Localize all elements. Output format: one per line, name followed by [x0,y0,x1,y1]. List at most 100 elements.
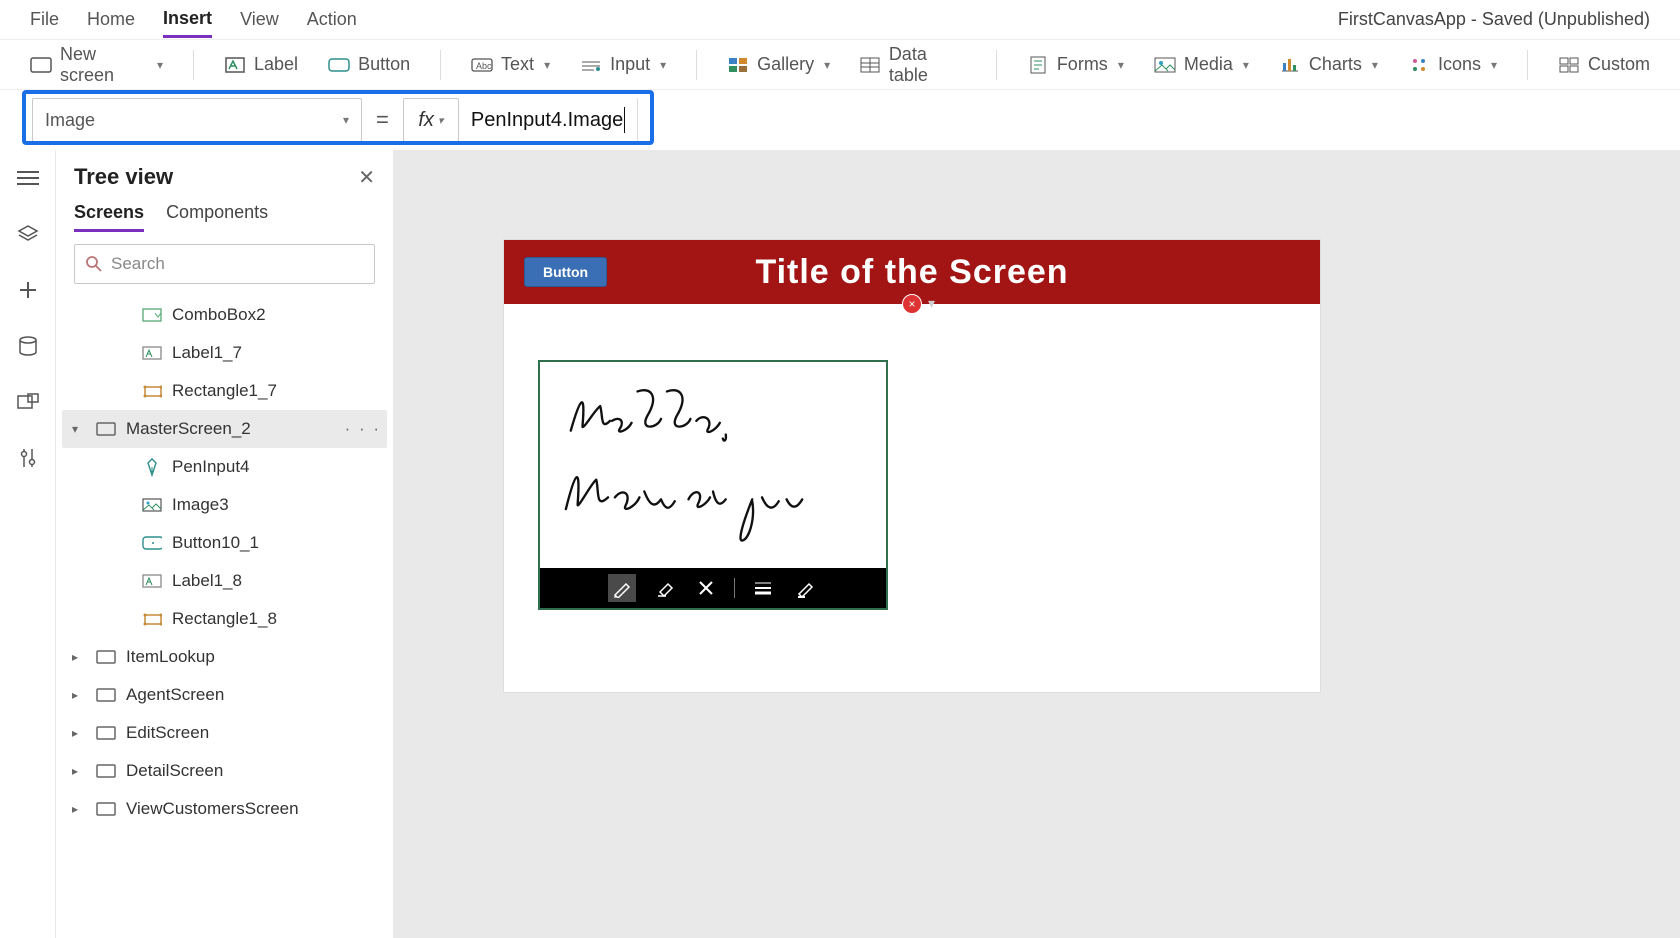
label-icon [224,56,246,74]
chevron-down-icon[interactable]: ▾ [928,295,935,312]
ribbon-label[interactable]: Label [224,54,298,75]
chevron-down-icon: ▾ [157,58,163,72]
tree-item[interactable]: ▸ AgentScreen [62,676,387,714]
chevron-down-icon: ▾ [1243,58,1249,72]
svg-text:Abc: Abc [476,61,492,71]
ribbon-custom[interactable]: Custom [1558,54,1650,75]
tab-screens[interactable]: Screens [74,202,144,232]
pen-tool-lineweight[interactable] [749,574,777,602]
ribbon: New screen ▾ Label Button Abc Text ▾ Inp… [0,40,1680,90]
pen-tool-clear[interactable] [692,574,720,602]
ribbon-button[interactable]: Button [328,54,410,75]
chevron-right-icon[interactable]: ▸ [72,726,86,740]
ribbon-new-screen-label: New screen [60,44,147,86]
pen-tool-draw[interactable] [608,574,636,602]
ribbon-icons[interactable]: Icons ▾ [1408,54,1497,75]
ribbon-forms[interactable]: Forms ▾ [1027,54,1124,75]
rail-tree-view[interactable] [14,220,42,248]
tab-components[interactable]: Components [166,202,268,232]
text-caret [624,107,625,133]
pen-drawing-surface[interactable] [540,362,886,568]
tree-item[interactable]: ComboBox2 [62,296,387,334]
rail-media[interactable] [14,388,42,416]
tree-item[interactable]: PenInput4 [62,448,387,486]
menu-home[interactable]: Home [87,3,135,36]
formula-bar: Image ▾ = fx ▾ PenInput4.Image [0,90,1680,150]
tree-item[interactable]: ▸ EditScreen [62,714,387,752]
close-icon[interactable]: ✕ [358,165,375,190]
tree-item[interactable]: ▸DetailScreen [62,752,387,790]
tree-list[interactable]: ComboBox2Label1_7Rectangle1_7 ▾ MasterScre… [56,296,393,938]
property-selector[interactable]: Image ▾ [32,98,362,142]
rail-hamburger[interactable] [14,164,42,192]
chevron-right-icon[interactable]: ▸ [72,802,86,816]
menu-view[interactable]: View [240,3,279,36]
tree-item-label: MasterScreen_2 [126,419,251,439]
canvas-area[interactable]: Title of the Screen Button × ▾ [394,150,1680,938]
pen-tool-erase[interactable] [650,574,678,602]
tree-item[interactable]: ▸ ViewCustomersScreen [62,790,387,828]
ribbon-input[interactable]: Input ▾ [580,54,666,75]
button-icon [142,534,162,552]
tree-item-label: Label1_8 [172,571,242,591]
search-input[interactable]: Search [74,244,375,284]
screen-icon [96,762,116,780]
tree-item-label: Image3 [172,495,229,515]
tree-item[interactable]: Rectangle1_8 [62,600,387,638]
tree-view-title: Tree view [74,164,173,190]
chevron-down-icon: ▾ [438,114,444,127]
ribbon-charts[interactable]: Charts ▾ [1279,54,1378,75]
formula-value: PenInput4.Image [471,109,623,132]
chevron-down-icon: ▾ [1372,58,1378,72]
ribbon-new-screen[interactable]: New screen ▾ [30,44,163,86]
label-icon [142,572,162,590]
chevron-down-icon: ▾ [343,113,349,127]
ribbon-data-table-label: Data table [889,44,966,86]
tree-item[interactable]: Button10_1 [62,524,387,562]
more-icon[interactable]: · · · [345,419,381,439]
ribbon-gallery[interactable]: Gallery ▾ [727,54,830,75]
ribbon-media-label: Media [1184,54,1233,75]
tree-item[interactable]: Label1_7 [62,334,387,372]
tree-item[interactable]: ▸ItemLookup [62,638,387,676]
tree-item-label: ViewCustomersScreen [126,799,299,819]
chevron-right-icon[interactable]: ▸ [72,688,86,702]
input-icon [580,56,602,74]
canvas-header: Title of the Screen Button × ▾ [504,240,1320,304]
ribbon-icons-label: Icons [1438,54,1481,75]
rail-advanced[interactable] [14,444,42,472]
screen-icon [96,420,116,438]
tree-item-label: EditScreen [126,723,209,743]
tree-item[interactable]: Label1_8 [62,562,387,600]
property-selector-value: Image [45,110,95,131]
tree-item[interactable]: ▾ MasterScreen_2 · · · [62,410,387,448]
tree-item-label: PenInput4 [172,457,250,477]
menu-file[interactable]: File [30,3,59,36]
formula-input[interactable]: PenInput4.Image [459,98,638,142]
tree-item[interactable]: Image3 [62,486,387,524]
tree-item-label: AgentScreen [126,685,224,705]
chevron-right-icon[interactable]: ▸ [72,764,86,778]
icons-icon [1408,56,1430,74]
ribbon-text[interactable]: Abc Text ▾ [471,54,550,75]
gallery-icon [727,56,749,74]
ribbon-data-table[interactable]: Data table [860,44,966,86]
fx-button[interactable]: fx ▾ [403,98,459,142]
rail-data[interactable] [14,332,42,360]
design-canvas[interactable]: Title of the Screen Button × ▾ [504,240,1320,692]
chevron-right-icon[interactable]: ▸ [72,650,86,664]
rail-add[interactable] [14,276,42,304]
pen-input-control[interactable] [538,360,888,610]
pen-tool-color[interactable] [791,574,819,602]
custom-icon [1558,56,1580,74]
chevron-down-icon: ▾ [824,58,830,72]
ribbon-media[interactable]: Media ▾ [1154,54,1249,75]
chevron-down-icon[interactable]: ▾ [72,422,86,436]
button-icon [328,56,350,74]
form-icon [1027,56,1049,74]
menu-action[interactable]: Action [307,3,357,36]
error-badge-icon[interactable]: × [902,294,922,314]
menu-insert[interactable]: Insert [163,2,212,38]
screen-icon [96,686,116,704]
tree-item[interactable]: Rectangle1_7 [62,372,387,410]
